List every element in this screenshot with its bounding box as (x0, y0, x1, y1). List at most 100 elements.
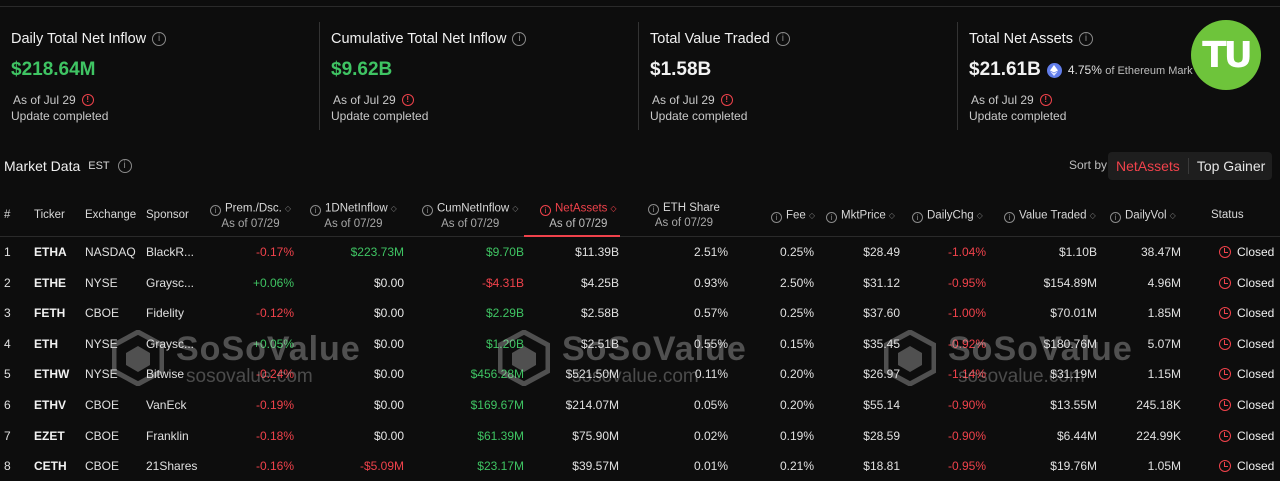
header-label: DailyChg (927, 209, 974, 222)
info-icon[interactable]: i (912, 211, 923, 223)
alert-icon[interactable]: ! (81, 94, 94, 106)
info-icon[interactable]: i (1004, 211, 1015, 223)
eth-share-cell: 0.02% (693, 428, 728, 443)
col-prem-dsc[interactable]: i Prem./Dsc. ◇ As of 07/29 (210, 201, 291, 232)
asof-text: As of Jul 29 (652, 93, 715, 107)
sort-arrows-icon[interactable]: ◇ (285, 201, 291, 216)
mkt-price-cell: $31.12 (863, 275, 900, 290)
info-icon[interactable]: i (826, 211, 837, 223)
daily-vol-cell: 224.99K (1136, 428, 1181, 443)
daily-chg-cell: -0.95% (947, 459, 986, 474)
ticker-cell[interactable]: ETHA (34, 245, 67, 259)
col-daily-vol[interactable]: i DailyVol ◇ (1110, 208, 1176, 224)
status-text: Closed (1237, 428, 1275, 443)
sort-arrows-icon[interactable]: ◇ (1170, 208, 1176, 223)
sort-arrows-icon[interactable]: ◇ (512, 201, 518, 216)
header-asof: As of 07/29 (441, 217, 500, 230)
sort-arrows-icon[interactable]: ◇ (610, 201, 616, 216)
sponsor-cell: Franklin (146, 428, 189, 443)
table-row[interactable]: 2 ETHE NYSE Graysc... +0.06% $0.00 -$4.31B $4.2… (0, 268, 1280, 299)
share-value: 4.75% (1067, 63, 1102, 77)
clock-icon (1219, 460, 1231, 473)
net-assets-cell: $39.57M (572, 459, 619, 474)
exchange-cell: NYSE (85, 367, 118, 382)
info-icon[interactable]: i (512, 32, 527, 46)
table-row[interactable]: 3 FETH CBOE Fidelity -0.12% $0.00 $2.29B $2.58B… (0, 298, 1280, 329)
card-asof: As of Jul 29! (333, 93, 414, 107)
info-icon[interactable]: i (422, 204, 433, 216)
col-net-assets[interactable]: i NetAssets ◇ As of 07/29 (540, 201, 617, 232)
status-cell: Closed (1219, 337, 1274, 351)
sort-arrows-icon[interactable]: ◇ (889, 208, 895, 223)
info-icon[interactable]: i (310, 204, 321, 216)
table-row[interactable]: 7 EZET CBOE Franklin -0.18% $0.00 $61.39M $75.9… (0, 421, 1280, 452)
info-icon[interactable]: i (210, 204, 221, 216)
asof-text: As of Jul 29 (333, 93, 396, 107)
info-icon[interactable]: i (117, 159, 132, 173)
alert-icon[interactable]: ! (401, 94, 414, 106)
fee-cell: 2.50% (779, 275, 814, 290)
ticker-cell[interactable]: ETHE (34, 276, 66, 290)
sort-arrows-icon[interactable]: ◇ (1090, 208, 1096, 223)
net-assets-cell: $521.50M (565, 367, 619, 382)
fee-cell: 0.20% (779, 397, 814, 412)
header-label: 1DNetInflow (325, 202, 388, 215)
table-row[interactable]: 4 ETH NYSE Graysc... +0.05% $0.00 $1.20B $2.51B… (0, 329, 1280, 360)
row-number: 1 (4, 245, 11, 259)
ticker-cell[interactable]: FETH (34, 306, 65, 320)
info-icon[interactable]: i (775, 32, 790, 46)
info-icon[interactable]: i (648, 204, 659, 215)
card-title-text: Total Net Assets (969, 31, 1073, 47)
table-row[interactable]: 1 ETHA NASDAQ BlackR... -0.17% $223.73M $9.70B… (0, 237, 1280, 268)
col-number: # (4, 209, 11, 221)
info-icon[interactable]: i (1078, 32, 1093, 46)
cum-net-inflow-cell: $61.39M (477, 428, 524, 443)
col-1d-net-inflow[interactable]: i 1DNetInflow ◇ As of 07/29 (310, 201, 397, 232)
net-assets-cell: $4.25B (580, 275, 619, 290)
status-text: Closed (1237, 397, 1275, 412)
card-title-text: Daily Total Net Inflow (11, 31, 147, 47)
col-cum-net-inflow[interactable]: i CumNetInflow ◇ As of 07/29 (422, 201, 518, 232)
net-inflow-cell: $0.00 (373, 397, 404, 412)
info-icon[interactable]: i (540, 204, 551, 216)
ticker-cell[interactable]: ETHV (34, 398, 66, 412)
sort-top-gainer-button[interactable]: Top Gainer (1187, 158, 1273, 174)
ticker-cell[interactable]: EZET (34, 429, 65, 443)
col-value-traded[interactable]: i Value Traded ◇ (1004, 208, 1096, 224)
header-label: Prem./Dsc. (225, 202, 282, 215)
sort-arrows-icon[interactable]: ◇ (391, 201, 397, 216)
header-asof: As of 07/29 (549, 217, 608, 230)
info-icon[interactable]: i (1110, 211, 1121, 223)
status-cell: Closed (1219, 245, 1274, 259)
info-icon[interactable]: i (771, 211, 782, 223)
col-eth-share[interactable]: i ETH Share As of 07/29 (648, 201, 720, 231)
fee-cell: 0.25% (779, 245, 814, 259)
ticker-cell[interactable]: ETH (34, 337, 58, 351)
ticker-cell[interactable]: ETHW (34, 367, 69, 381)
clock-icon (1219, 337, 1231, 350)
table-row[interactable]: 5 ETHW NYSE Bitwise -0.24% $0.00 $456.28M $521.… (0, 359, 1280, 390)
col-fee[interactable]: i Fee ◇ (771, 208, 815, 224)
alert-icon[interactable]: ! (720, 94, 733, 106)
fee-cell: 0.25% (779, 306, 814, 321)
sort-arrows-icon[interactable]: ◇ (977, 208, 983, 223)
clock-icon (1219, 368, 1231, 381)
col-mkt-price[interactable]: i MktPrice ◇ (826, 208, 895, 224)
col-daily-chg[interactable]: i DailyChg ◇ (912, 208, 983, 224)
fee-cell: 0.21% (779, 459, 814, 474)
alert-icon[interactable]: ! (1039, 94, 1052, 106)
sort-netassets-button[interactable]: NetAssets (1108, 158, 1188, 174)
prem-dsc-cell: +0.05% (252, 336, 294, 351)
header-label: Value Traded (1019, 209, 1087, 222)
clock-icon (1219, 398, 1231, 411)
sort-arrows-icon[interactable]: ◇ (809, 208, 815, 223)
prem-dsc-cell: -0.18% (255, 428, 294, 443)
net-inflow-cell: $0.00 (373, 428, 404, 443)
table-row[interactable]: 6 ETHV CBOE VanEck -0.19% $0.00 $169.67M $214.0… (0, 390, 1280, 421)
header-label: ETH Share (663, 202, 720, 214)
ticker-cell[interactable]: CETH (34, 459, 67, 473)
daily-vol-cell: 38.47M (1140, 245, 1181, 259)
table-row[interactable]: 8 CETH CBOE 21Shares -0.16% -$5.09M $23.17M $39… (0, 451, 1280, 481)
asof-text: As of Jul 29 (13, 93, 76, 107)
info-icon[interactable]: i (152, 32, 167, 46)
